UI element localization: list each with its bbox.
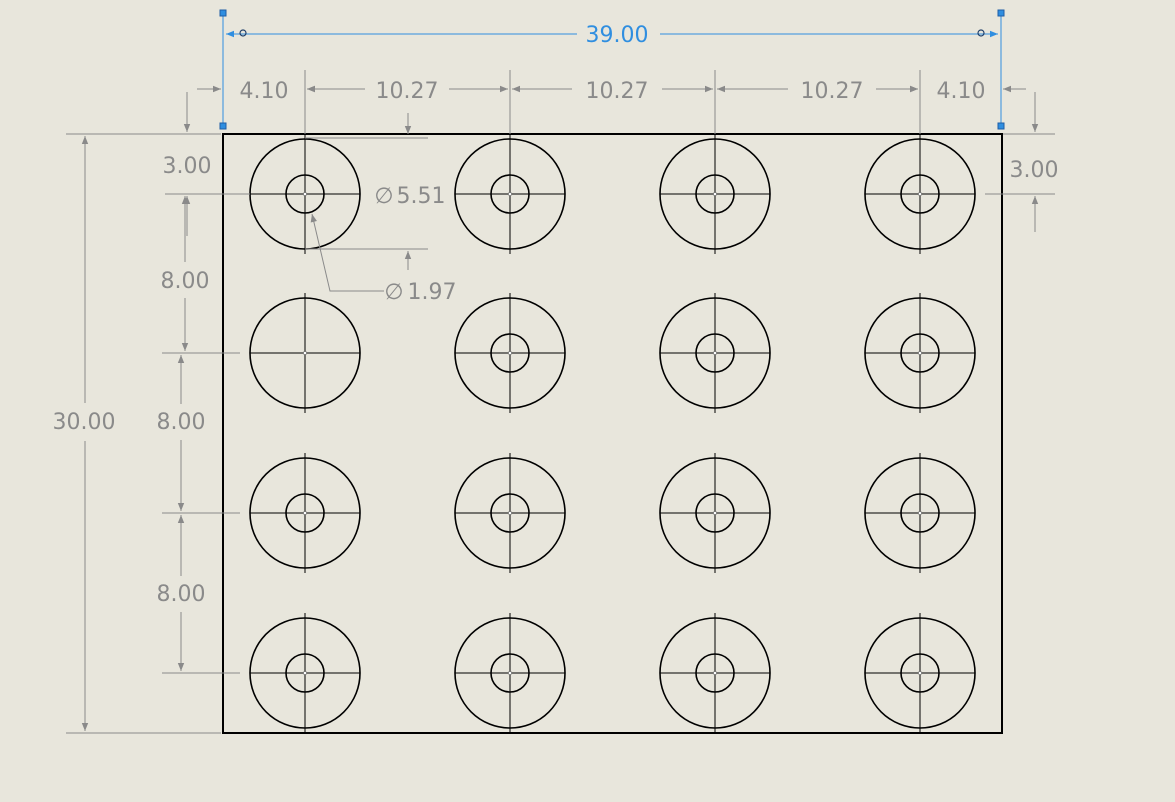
dimension-chain-vertical[interactable]: 8.00 8.00 8.00 [157, 196, 240, 674]
center-point[interactable] [303, 511, 307, 515]
sketch-canvas[interactable]: 39.00 4.10 10.27 10.27 10.27 4.10 3.00 3… [0, 0, 1175, 802]
dimension-value[interactable]: 10.27 [586, 79, 649, 104]
hole-feature[interactable] [659, 293, 771, 413]
center-point[interactable] [303, 192, 307, 196]
part-outline[interactable] [222, 133, 1003, 734]
hole-feature[interactable] [864, 453, 976, 573]
dimension-chain-horizontal[interactable]: 4.10 10.27 10.27 10.27 4.10 [197, 70, 1026, 134]
center-point[interactable] [303, 351, 307, 355]
diameter-symbol: ∅ [384, 280, 403, 305]
dimension-value[interactable]: 30.00 [53, 410, 116, 435]
hole-feature[interactable] [864, 134, 976, 254]
center-point[interactable] [508, 192, 512, 196]
hole-feature[interactable] [249, 134, 361, 254]
hole-feature[interactable] [659, 453, 771, 573]
dimension-handle[interactable] [977, 29, 985, 37]
center-point[interactable] [508, 351, 512, 355]
dimension-value[interactable]: 8.00 [157, 582, 206, 607]
center-point[interactable] [918, 511, 922, 515]
leader-line [310, 213, 384, 292]
selection-handle[interactable] [997, 9, 1005, 17]
selection-handle[interactable] [219, 9, 227, 17]
center-point[interactable] [713, 511, 717, 515]
dimension-value[interactable]: 5.51 [397, 184, 446, 209]
center-point[interactable] [713, 192, 717, 196]
hole-feature[interactable] [659, 613, 771, 733]
selection-handle[interactable] [997, 122, 1005, 130]
center-point[interactable] [508, 511, 512, 515]
center-point[interactable] [713, 351, 717, 355]
hole-feature[interactable] [659, 134, 771, 254]
dimension-overall-width[interactable]: 39.00 [219, 9, 1005, 130]
diameter-symbol: ∅ [374, 184, 393, 209]
center-point[interactable] [303, 671, 307, 675]
center-point[interactable] [918, 671, 922, 675]
hole-feature[interactable] [864, 613, 976, 733]
dimension-value[interactable]: 10.27 [376, 79, 439, 104]
center-point[interactable] [508, 671, 512, 675]
hole-feature[interactable] [249, 453, 361, 573]
dimension-value[interactable]: 10.27 [801, 79, 864, 104]
hole-feature[interactable] [454, 134, 566, 254]
hole-pattern[interactable] [249, 134, 976, 733]
hole-feature[interactable] [864, 293, 976, 413]
center-point[interactable] [713, 671, 717, 675]
dimension-inner-diameter[interactable]: ∅ 1.97 [310, 213, 457, 305]
center-point[interactable] [918, 192, 922, 196]
selection-handle[interactable] [219, 122, 227, 130]
dimension-outer-diameter[interactable]: ∅ 5.51 [305, 184, 445, 270]
dimension-value[interactable]: 39.00 [586, 23, 649, 48]
dimension-value[interactable]: 8.00 [161, 269, 210, 294]
dimension-top-offset-left[interactable]: 3.00 [163, 92, 428, 236]
dimension-value[interactable]: 1.97 [408, 280, 457, 305]
dimension-value[interactable]: 4.10 [240, 79, 289, 104]
hole-feature[interactable] [454, 293, 566, 413]
hole-feature[interactable] [454, 453, 566, 573]
dimension-value[interactable]: 3.00 [163, 154, 212, 179]
dimension-value[interactable]: 8.00 [157, 410, 206, 435]
dimension-top-offset-right[interactable]: 3.00 [985, 92, 1058, 232]
center-point[interactable] [918, 351, 922, 355]
dimension-value[interactable]: 3.00 [1010, 158, 1059, 183]
dimension-handle[interactable] [239, 29, 247, 37]
hole-feature[interactable] [249, 293, 361, 413]
dimension-value[interactable]: 4.10 [937, 79, 986, 104]
hole-feature[interactable] [249, 613, 361, 733]
hole-feature[interactable] [454, 613, 566, 733]
